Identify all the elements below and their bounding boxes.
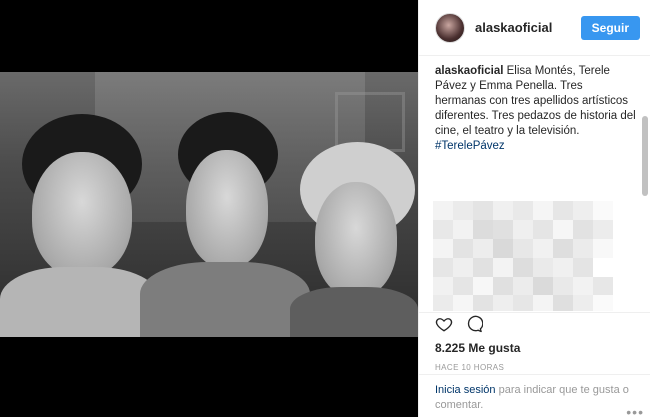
photo-woman-middle-body [140, 262, 310, 337]
likes-count[interactable]: 8.225 Me gusta [435, 341, 634, 355]
more-options-icon[interactable]: ••• [626, 405, 644, 417]
post-actions: 8.225 Me gusta HACE 10 HORAS Inicia sesi… [419, 312, 650, 417]
action-icons [435, 313, 634, 335]
post-media [0, 0, 418, 417]
photo-woman-left-body [0, 267, 160, 337]
photo-woman-middle-face [186, 150, 268, 268]
photo-woman-right-face [315, 182, 397, 297]
photo-woman-right-body [290, 287, 418, 337]
login-prompt: Inicia sesión para indicar que te gusta … [419, 374, 650, 417]
heart-icon[interactable] [435, 315, 453, 338]
header-username[interactable]: alaskaoficial [475, 20, 581, 35]
avatar[interactable] [435, 12, 465, 43]
comments-scrollbar[interactable] [642, 116, 648, 196]
post-photo[interactable] [0, 72, 418, 337]
follow-button[interactable]: Seguir [580, 15, 640, 40]
caption: alaskaoficial Elisa Montés, Terele Pávez… [435, 64, 636, 154]
photo-woman-left-face [32, 152, 132, 277]
comment-icon[interactable] [465, 315, 484, 338]
comments-section: alaskaoficial Elisa Montés, Terele Pávez… [419, 56, 650, 311]
post-timestamp[interactable]: HACE 10 HORAS [435, 363, 634, 372]
login-link[interactable]: Inicia sesión [435, 384, 496, 396]
pixelated-comments [433, 201, 633, 311]
post-sidebar: alaskaoficial Seguir alaskaoficial Elisa… [418, 0, 650, 417]
post-header: alaskaoficial Seguir [419, 0, 650, 56]
hashtag-link[interactable]: #TerelePávez [435, 139, 636, 154]
caption-username[interactable]: alaskaoficial [435, 65, 503, 77]
